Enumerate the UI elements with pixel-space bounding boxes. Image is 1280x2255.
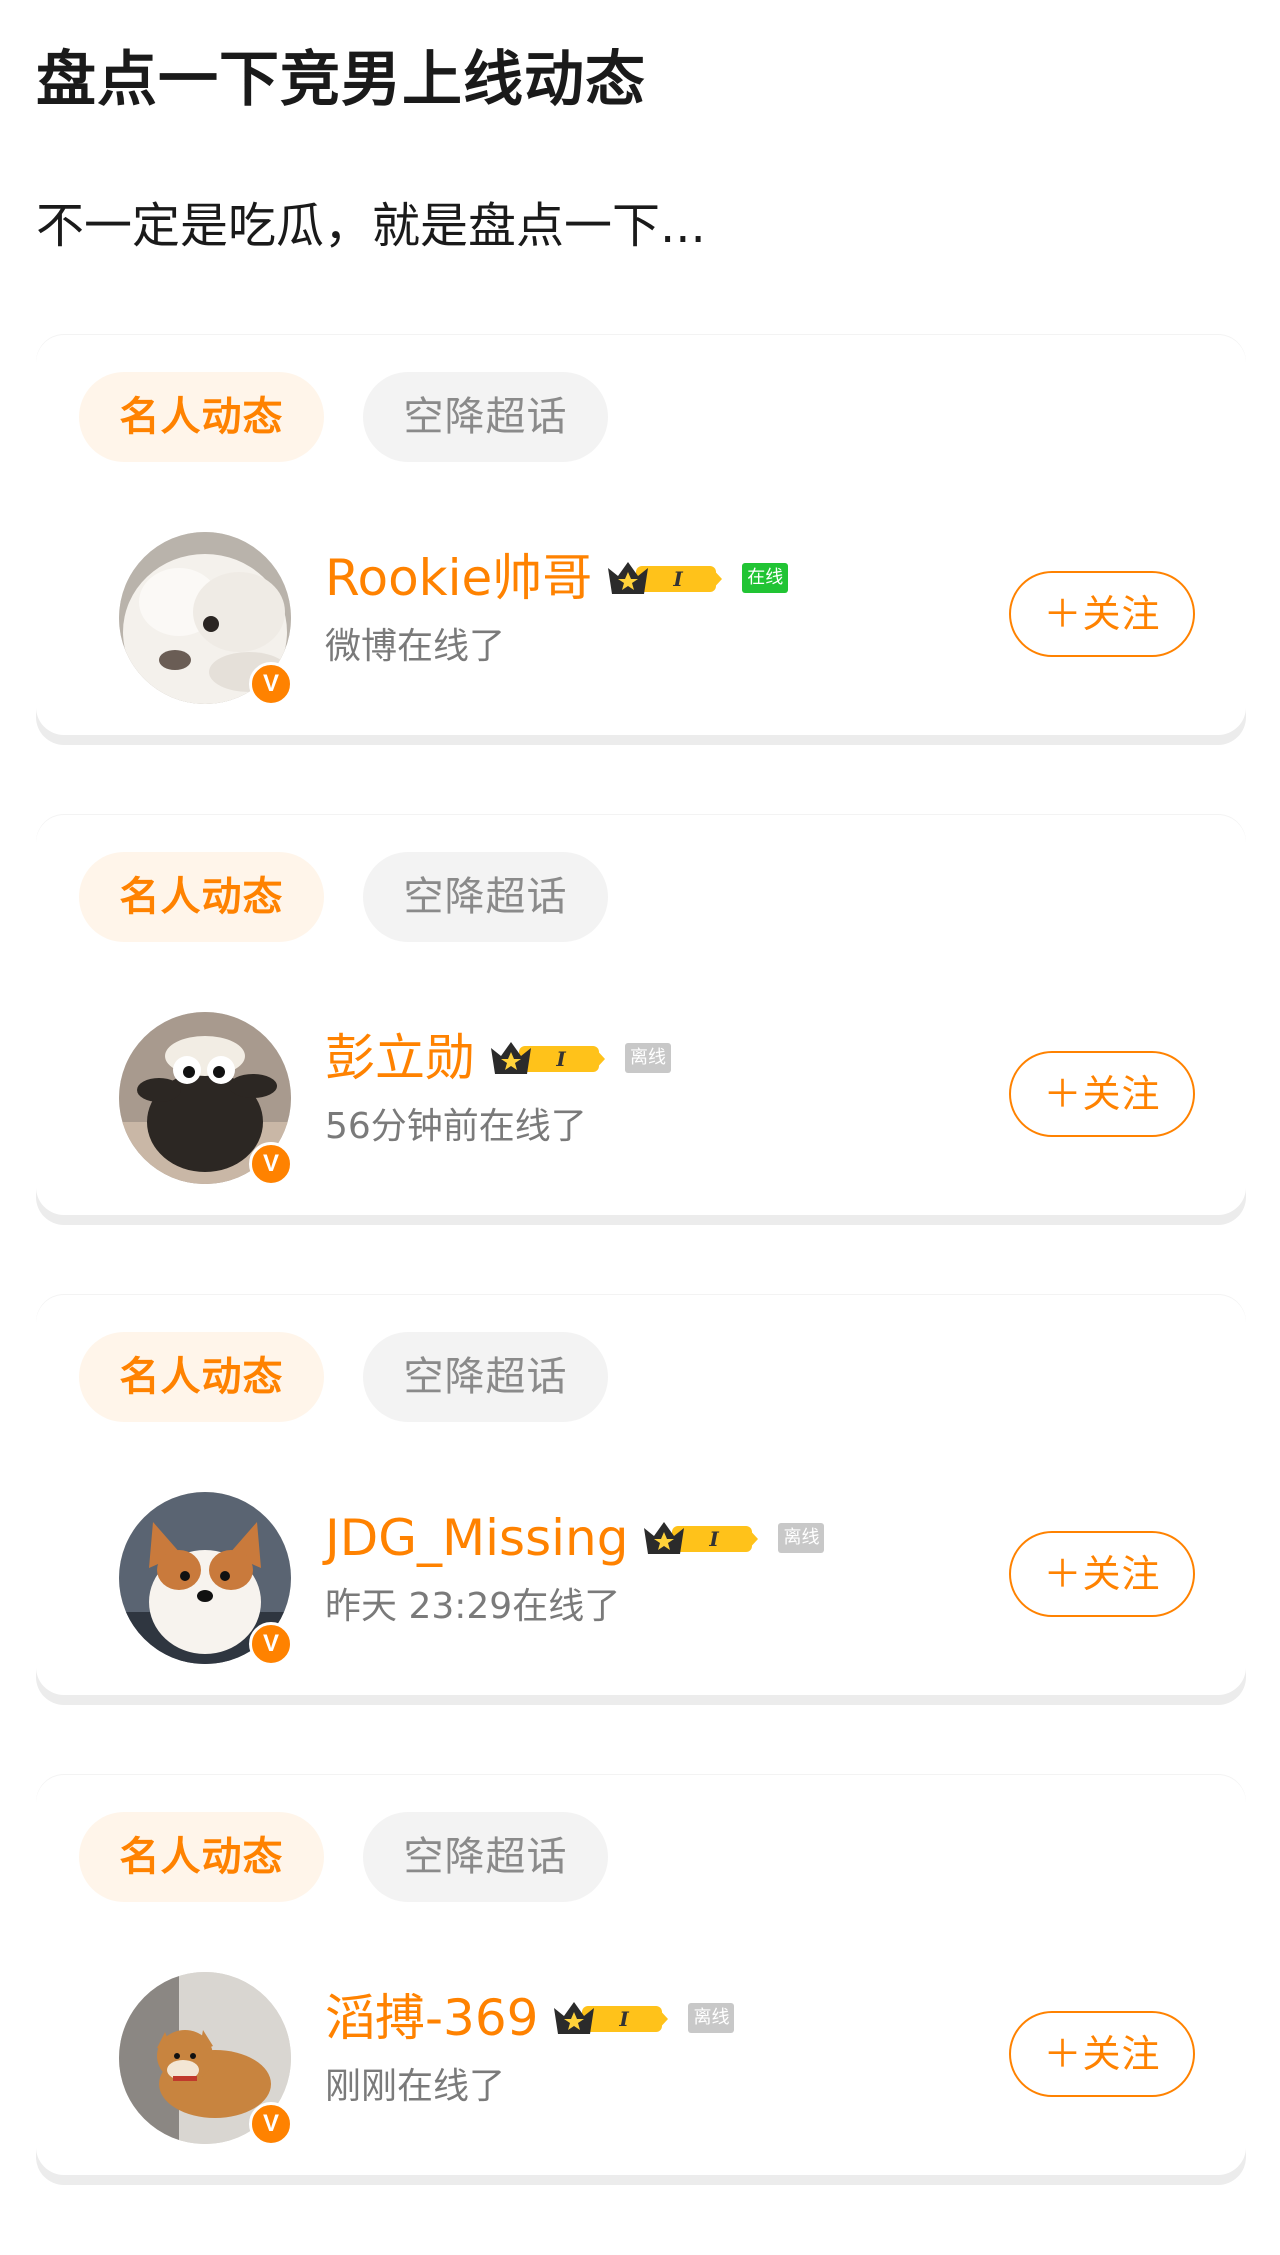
level-text: I <box>619 2007 630 2031</box>
tag-celebrity-updates[interactable]: 名人动态 <box>79 372 324 462</box>
crown-level-badge-icon: I <box>552 1998 674 2038</box>
user-card: 名人动态 空降超话 V 彭立勋 I 离线 56分钟前在线了 ＋关注 <box>36 815 1246 1215</box>
last-online-text: 微博在线了 <box>325 626 506 667</box>
verified-badge-icon: V <box>249 1622 293 1666</box>
user-avatar[interactable]: V <box>119 1492 293 1666</box>
last-online-text: 昨天 23:29在线了 <box>325 1586 621 1627</box>
user-name-row: 彭立勋 I 离线 <box>325 1023 985 1093</box>
user-card: 名人动态 空降超话 V JDG_Missing I 离线 昨天 23:29在线了… <box>36 1295 1246 1695</box>
user-card-list: 名人动态 空降超话 V Rookie帅哥 I 在线 微博在线了 ＋关注 名人动态… <box>36 335 1246 2255</box>
level-text: I <box>555 1047 566 1071</box>
follow-button[interactable]: ＋关注 <box>1009 1051 1195 1137</box>
level-text: I <box>673 567 684 591</box>
follow-button[interactable]: ＋关注 <box>1009 2011 1195 2097</box>
user-name-row: Rookie帅哥 I 在线 <box>325 543 985 613</box>
verified-badge-icon: V <box>249 2102 293 2146</box>
follow-button[interactable]: ＋关注 <box>1009 1531 1195 1617</box>
user-name-row: JDG_Missing I 离线 <box>325 1503 985 1573</box>
tag-airdrop-supertopic[interactable]: 空降超话 <box>363 372 608 462</box>
user-info: JDG_Missing I 离线 昨天 23:29在线了 <box>325 1503 985 1631</box>
tag-celebrity-updates[interactable]: 名人动态 <box>79 852 324 942</box>
user-info: 滔搏-369 I 离线 刚刚在线了 <box>325 1983 985 2111</box>
tag-celebrity-updates[interactable]: 名人动态 <box>79 1812 324 1902</box>
tag-airdrop-supertopic[interactable]: 空降超话 <box>363 852 608 942</box>
user-card: 名人动态 空降超话 V Rookie帅哥 I 在线 微博在线了 ＋关注 <box>36 335 1246 735</box>
status-tag: 离线 <box>778 1523 825 1553</box>
level-text: I <box>709 1527 720 1551</box>
user-info: 彭立勋 I 离线 56分钟前在线了 <box>325 1023 985 1151</box>
last-online-text: 56分钟前在线了 <box>325 1106 587 1147</box>
verified-badge-icon: V <box>249 1142 293 1186</box>
crown-level-badge-icon: I <box>606 558 728 598</box>
status-tag: 离线 <box>625 1043 671 1073</box>
crown-level-badge-icon: I <box>489 1038 611 1078</box>
last-online-text: 刚刚在线了 <box>325 2066 506 2107</box>
page-subtitle: 不一定是吃瓜，就是盘点一下... <box>36 198 706 254</box>
user-avatar[interactable]: V <box>119 1012 293 1186</box>
user-avatar[interactable]: V <box>119 532 293 706</box>
crown-level-badge-icon: I <box>642 1518 764 1558</box>
user-name[interactable]: JDG_Missing <box>325 1503 628 1573</box>
user-name[interactable]: 彭立勋 <box>325 1023 475 1093</box>
user-name-row: 滔搏-369 I 离线 <box>325 1983 985 2053</box>
status-tag: 离线 <box>688 2003 735 2033</box>
page-title: 盘点一下竞男上线动态 <box>36 45 646 115</box>
user-name[interactable]: 滔搏-369 <box>325 1983 538 2053</box>
user-info: Rookie帅哥 I 在线 微博在线了 <box>325 543 985 671</box>
tag-airdrop-supertopic[interactable]: 空降超话 <box>363 1812 608 1902</box>
verified-badge-icon: V <box>249 662 293 706</box>
status-tag: 在线 <box>742 563 789 593</box>
user-name[interactable]: Rookie帅哥 <box>325 543 592 613</box>
user-card: 名人动态 空降超话 V 滔搏-369 I 离线 刚刚在线了 ＋关注 <box>36 1775 1246 2175</box>
tag-airdrop-supertopic[interactable]: 空降超话 <box>363 1332 608 1422</box>
follow-button[interactable]: ＋关注 <box>1009 571 1195 657</box>
user-avatar[interactable]: V <box>119 1972 293 2146</box>
tag-celebrity-updates[interactable]: 名人动态 <box>79 1332 324 1422</box>
